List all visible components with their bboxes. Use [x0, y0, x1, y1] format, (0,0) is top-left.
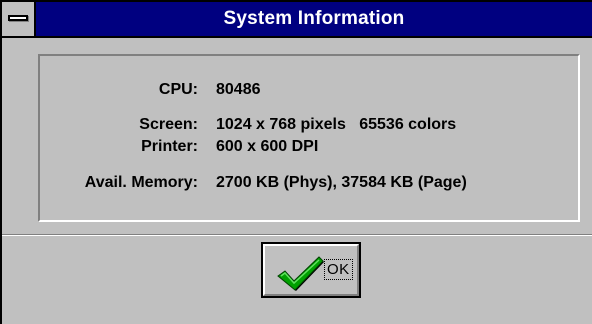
screen-label: Screen: [139, 116, 198, 133]
checkmark-icon [277, 256, 324, 291]
ok-button[interactable]: OK [261, 242, 361, 298]
printer-label: Printer: [141, 138, 198, 155]
info-panel: CPU: 80486 Screen: 1024 x 768 pixels 655… [38, 54, 580, 222]
ok-label: OK [324, 259, 353, 280]
system-menu-icon [8, 15, 28, 21]
screen-value: 1024 x 768 pixels 65536 colors [216, 116, 457, 133]
separator [2, 234, 592, 236]
window-title: System Information [223, 8, 405, 29]
cpu-value: 80486 [216, 81, 261, 98]
memory-value: 2700 KB (Phys), 37584 KB (Page) [216, 174, 467, 191]
info-row-screen: Screen: 1024 x 768 pixels 65536 colors [40, 116, 580, 138]
title-bar[interactable]: System Information [2, 2, 592, 38]
printer-value: 600 x 600 DPI [216, 138, 319, 155]
system-information-dialog: System Information CPU: 80486 Screen: 10… [0, 0, 592, 324]
info-row-cpu: CPU: 80486 [40, 81, 580, 103]
info-row-memory: Avail. Memory: 2700 KB (Phys), 37584 KB … [40, 174, 580, 196]
cpu-label: CPU: [158, 81, 198, 98]
system-menu-button[interactable] [2, 2, 36, 36]
memory-label: Avail. Memory: [84, 174, 198, 191]
ok-button-face: OK [263, 244, 359, 296]
info-row-printer: Printer: 600 x 600 DPI [40, 138, 580, 160]
